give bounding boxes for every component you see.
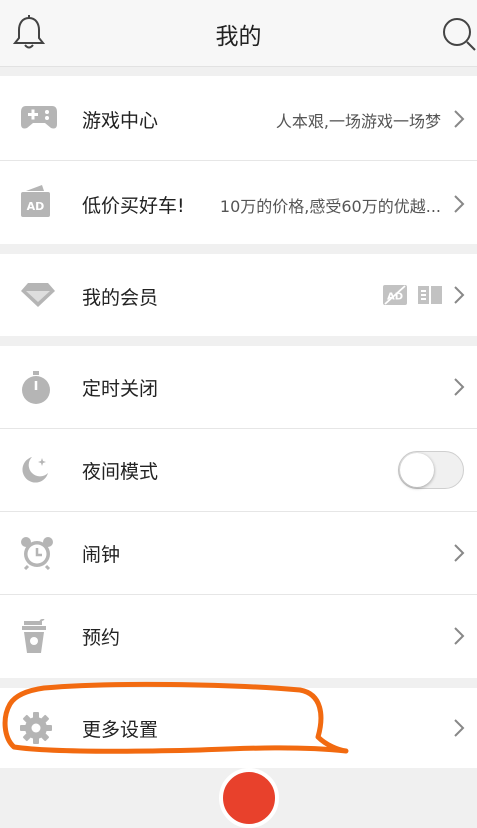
- alarm-clock-icon: [20, 536, 54, 574]
- cheap-car-row[interactable]: AD 低价买好车! 10万的价格,感受60万的优越...: [0, 161, 477, 244]
- alarm-row[interactable]: 闹钟: [0, 512, 477, 594]
- top-bar: 我的: [0, 0, 477, 67]
- game-center-subtitle: 人本艰,一场游戏一场梦: [275, 112, 441, 131]
- diamond-icon: [20, 282, 56, 312]
- membership-row[interactable]: 我的会员 AD: [0, 254, 477, 336]
- moon-icon: [20, 455, 50, 489]
- night-mode-row: 夜间模式: [0, 429, 477, 511]
- ad-icon: AD: [20, 183, 52, 223]
- search-icon[interactable]: [441, 16, 477, 56]
- game-center-row[interactable]: 游戏中心 人本艰,一场游戏一场梦: [0, 76, 477, 160]
- game-center-label: 游戏中心: [82, 110, 159, 132]
- night-mode-label: 夜间模式: [82, 461, 159, 483]
- chevron-right-icon: [453, 626, 465, 650]
- floating-record-button[interactable]: [219, 768, 279, 828]
- membership-label: 我的会员: [82, 287, 159, 309]
- chevron-right-icon: [453, 543, 465, 567]
- svg-text:AD: AD: [27, 200, 45, 213]
- chevron-right-icon: [453, 285, 465, 309]
- membership-section: 我的会员 AD: [0, 254, 477, 336]
- book-icon: [417, 284, 443, 310]
- reservation-label: 预约: [82, 627, 121, 649]
- toggle-knob: [400, 453, 434, 487]
- gamepad-icon: [20, 102, 58, 136]
- gear-icon: [20, 712, 52, 748]
- settings-section: 更多设置: [0, 688, 477, 768]
- chevron-right-icon: [453, 194, 465, 218]
- night-mode-toggle[interactable]: [398, 451, 464, 489]
- more-settings-row[interactable]: 更多设置: [0, 688, 477, 768]
- cheap-car-subtitle: 10万的价格,感受60万的优越...: [219, 197, 441, 216]
- chevron-right-icon: [453, 377, 465, 401]
- chevron-right-icon: [453, 718, 465, 742]
- alarm-label: 闹钟: [82, 544, 121, 566]
- timer-off-label: 定时关闭: [82, 378, 159, 400]
- page-title: 我的: [215, 24, 262, 50]
- reservation-row[interactable]: 预约: [0, 595, 477, 678]
- no-ad-icon: AD: [382, 284, 408, 310]
- chevron-right-icon: [453, 109, 465, 133]
- tools-section: 定时关闭 夜间模式 闹钟 预约: [0, 346, 477, 678]
- timer-off-row[interactable]: 定时关闭: [0, 346, 477, 428]
- more-settings-label: 更多设置: [82, 719, 159, 741]
- cheap-car-label: 低价买好车!: [82, 195, 185, 217]
- promo-section: 游戏中心 人本艰,一场游戏一场梦 AD 低价买好车! 10万的价格,感受60万的…: [0, 76, 477, 244]
- cup-icon: [20, 618, 50, 659]
- stopwatch-icon: [20, 371, 52, 409]
